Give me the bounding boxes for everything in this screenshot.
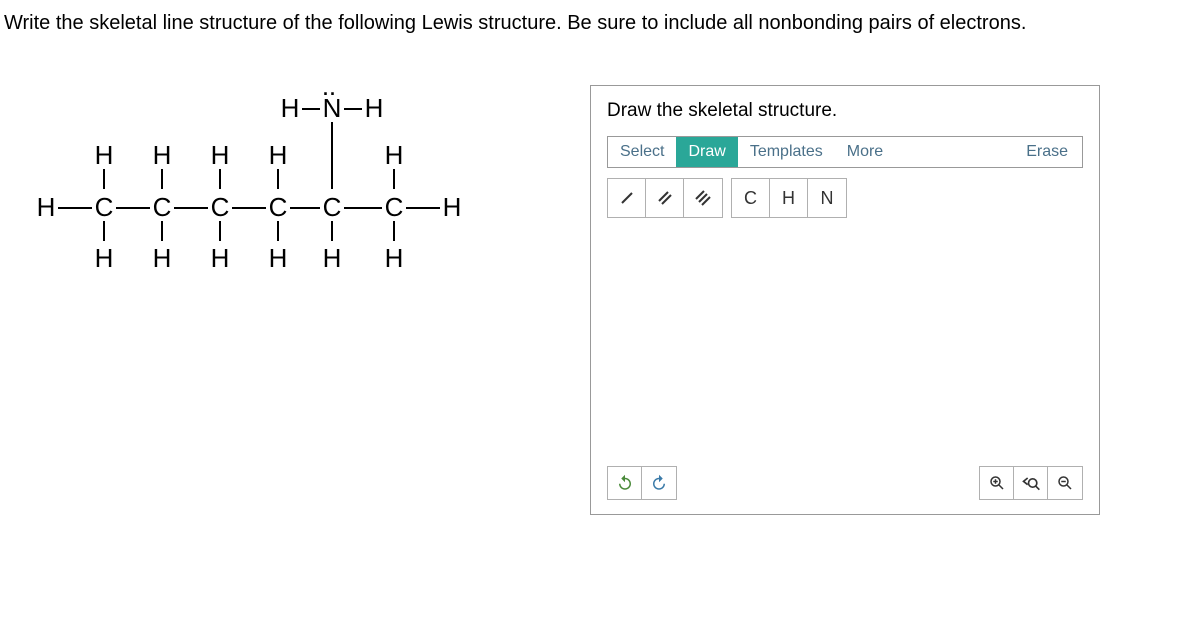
bond	[103, 221, 105, 241]
atom-h: H	[362, 93, 386, 121]
undo-button[interactable]	[608, 467, 642, 499]
draw-panel-title: Draw the skeletal structure.	[607, 100, 1083, 122]
zoom-in-icon	[988, 474, 1006, 492]
triple-bond-button[interactable]	[684, 179, 722, 217]
bond	[344, 108, 362, 110]
triple-bond-icon	[694, 189, 712, 207]
atom-c: C	[320, 192, 344, 220]
element-tool-group: C H N	[731, 178, 847, 218]
bond-tool-group	[607, 178, 723, 218]
bond	[331, 122, 333, 189]
bond	[219, 221, 221, 241]
bond	[393, 221, 395, 241]
bond	[58, 207, 92, 209]
atom-c: C	[150, 192, 174, 220]
undo-icon	[616, 474, 634, 492]
atom-h: H	[150, 140, 174, 168]
atom-h: H	[320, 243, 344, 271]
tab-erase[interactable]: Erase	[1012, 137, 1082, 167]
tab-more[interactable]: More	[835, 137, 895, 167]
bond	[406, 207, 440, 209]
zoom-group	[979, 466, 1083, 500]
atom-h: H	[208, 140, 232, 168]
bond	[161, 169, 163, 189]
bond	[103, 169, 105, 189]
bond	[302, 108, 320, 110]
atom-h: H	[266, 243, 290, 271]
bond	[232, 207, 266, 209]
atom-c: C	[208, 192, 232, 220]
bond	[277, 221, 279, 241]
bond	[393, 169, 395, 189]
toolbar-tabs: Select Draw Templates More Erase	[607, 136, 1083, 168]
tool-row: C H N	[607, 178, 1083, 218]
bond	[331, 221, 333, 241]
element-h-button[interactable]: H	[770, 179, 808, 217]
atom-h: H	[92, 140, 116, 168]
lewis-structure: .. H N H H H H H H H C C C C C C H	[20, 85, 560, 365]
atom-n: N	[320, 93, 344, 121]
atom-h: H	[278, 93, 302, 121]
atom-h: H	[92, 243, 116, 271]
bond	[161, 221, 163, 241]
atom-h: H	[382, 140, 406, 168]
zoom-out-button[interactable]	[1048, 467, 1082, 499]
content-area: .. H N H H H H H H H C C C C C C H	[0, 85, 1200, 515]
redo-icon	[650, 474, 668, 492]
double-bond-button[interactable]	[646, 179, 684, 217]
atom-h: H	[34, 192, 58, 220]
bond	[174, 207, 208, 209]
redo-button[interactable]	[642, 467, 676, 499]
question-text: Write the skeletal line structure of the…	[0, 0, 1200, 35]
history-group	[607, 466, 677, 500]
draw-panel: Draw the skeletal structure. Select Draw…	[590, 85, 1100, 515]
atom-h: H	[382, 243, 406, 271]
zoom-reset-icon	[1021, 474, 1041, 492]
single-bond-icon	[618, 189, 636, 207]
zoom-out-icon	[1056, 474, 1074, 492]
bond	[219, 169, 221, 189]
atom-c: C	[382, 192, 406, 220]
bond	[277, 169, 279, 189]
zoom-reset-button[interactable]	[1014, 467, 1048, 499]
atom-h: H	[266, 140, 290, 168]
atom-h: H	[440, 192, 464, 220]
bond	[344, 207, 382, 209]
element-c-button[interactable]: C	[732, 179, 770, 217]
atom-h: H	[150, 243, 174, 271]
drawing-canvas[interactable]	[607, 228, 1083, 466]
tab-spacer	[895, 137, 1012, 167]
atom-c: C	[266, 192, 290, 220]
tab-templates[interactable]: Templates	[738, 137, 835, 167]
tab-draw[interactable]: Draw	[676, 137, 737, 167]
double-bond-icon	[656, 189, 674, 207]
element-n-button[interactable]: N	[808, 179, 846, 217]
atom-h: H	[208, 243, 232, 271]
zoom-in-button[interactable]	[980, 467, 1014, 499]
bottom-bar	[607, 466, 1083, 500]
tab-select[interactable]: Select	[608, 137, 676, 167]
single-bond-button[interactable]	[608, 179, 646, 217]
atom-c: C	[92, 192, 116, 220]
bond	[290, 207, 320, 209]
bond	[116, 207, 150, 209]
